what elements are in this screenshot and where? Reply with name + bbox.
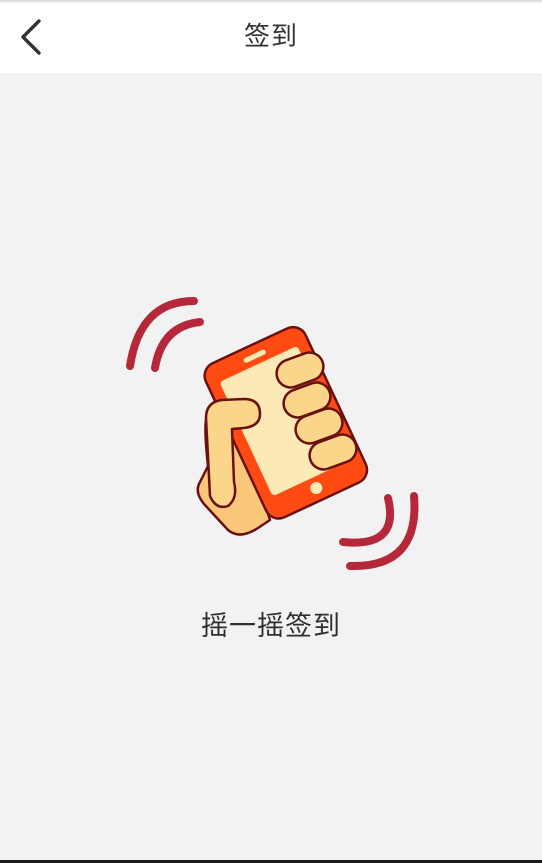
page-title: 签到: [243, 22, 298, 52]
hand-shaking-phone-icon: [126, 297, 419, 571]
shake-caption: 摇一摇签到: [201, 611, 341, 642]
vibration-wave-top-left: [126, 297, 204, 372]
app-bar: 签到: [0, 0, 542, 74]
shake-illustration[interactable]: [110, 286, 440, 586]
vibration-wave-bottom-right: [339, 492, 419, 571]
main-content: 摇一摇签到: [0, 74, 542, 860]
